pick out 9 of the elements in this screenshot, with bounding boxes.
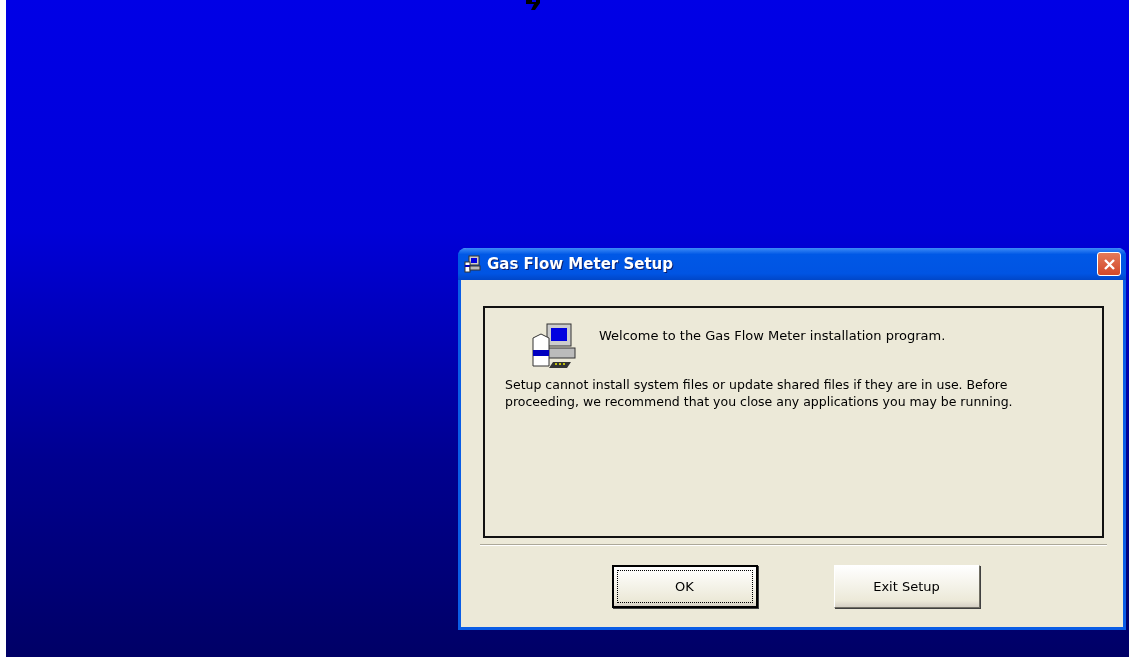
cursor-icon [526, 0, 540, 10]
welcome-text: Welcome to the Gas Flow Meter installation program. [599, 327, 946, 343]
window-title: Gas Flow Meter Setup [487, 255, 674, 273]
close-icon [1102, 257, 1116, 271]
computer-icon [464, 255, 482, 273]
message-text: Setup cannot install system files or update shared files if they are in use. Before proceeding, we recommend that you close any applications you may be running. [505, 376, 1014, 410]
dialog-button[interactable]: OK [611, 565, 758, 608]
dialog-button[interactable]: Exit Setup [833, 565, 980, 608]
close-button[interactable] [1097, 252, 1121, 276]
